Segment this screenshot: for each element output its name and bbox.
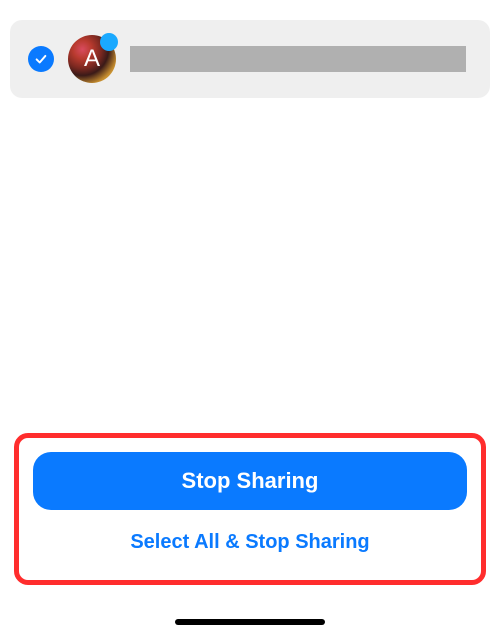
contact-list-item[interactable]: A: [10, 20, 490, 98]
check-icon: [34, 52, 48, 66]
select-all-label: Select All & Stop Sharing: [130, 531, 369, 554]
select-all-stop-sharing-button[interactable]: Select All & Stop Sharing: [33, 514, 467, 570]
contact-avatar: A: [68, 35, 116, 83]
action-panel-highlighted: Stop Sharing Select All & Stop Sharing: [14, 433, 486, 585]
avatar-initial: A: [84, 45, 100, 73]
status-dot-icon: [100, 33, 118, 51]
stop-sharing-button[interactable]: Stop Sharing: [33, 452, 467, 510]
stop-sharing-label: Stop Sharing: [182, 468, 319, 494]
contact-name-redacted: [130, 46, 466, 72]
home-indicator[interactable]: [175, 619, 325, 625]
checkbox-selected-icon[interactable]: [28, 46, 54, 72]
